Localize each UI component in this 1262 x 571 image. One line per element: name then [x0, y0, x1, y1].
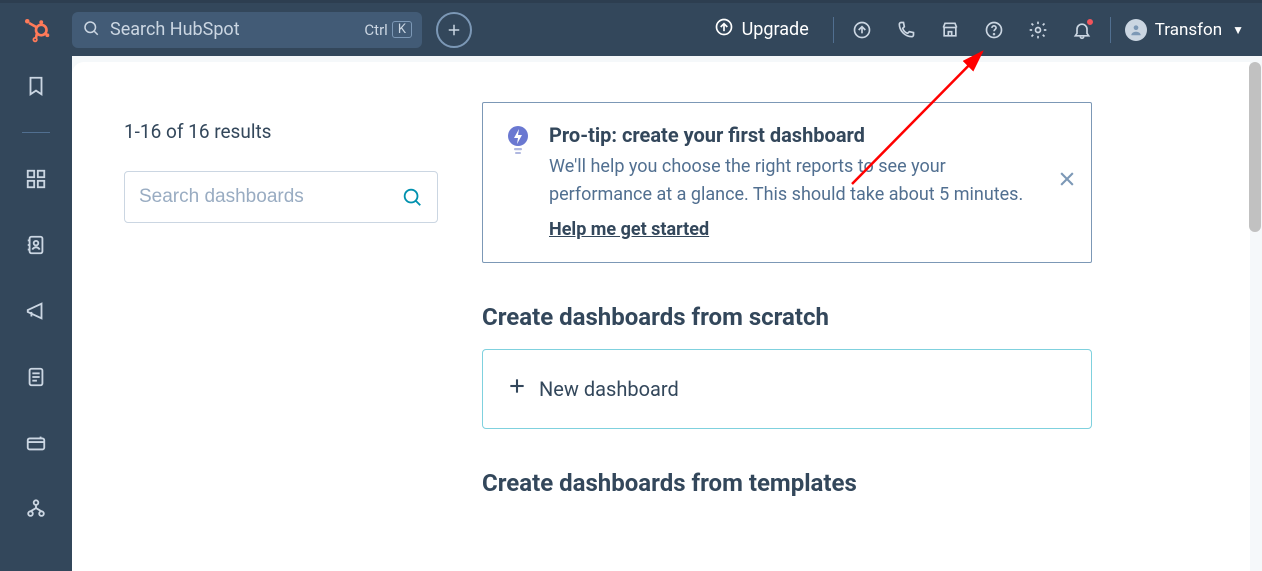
- notifications-icon[interactable]: [1060, 8, 1104, 52]
- left-rail: [0, 56, 72, 571]
- account-menu[interactable]: Transfon ▼: [1125, 19, 1244, 41]
- upgrade-icon: [714, 17, 734, 42]
- main-column: Pro-tip: create your first dashboard We'…: [482, 62, 1250, 571]
- lightning-bulb-icon: [505, 125, 531, 161]
- search-icon: [82, 19, 100, 41]
- phone-icon[interactable]: [884, 8, 928, 52]
- content-icon[interactable]: [16, 357, 56, 397]
- upgrade-button[interactable]: Upgrade: [696, 17, 827, 42]
- tip-title: Pro-tip: create your first dashboard: [549, 123, 1041, 147]
- global-search-placeholder: Search HubSpot: [110, 19, 364, 40]
- bookmarks-icon[interactable]: [16, 66, 56, 106]
- automation-icon[interactable]: [16, 489, 56, 529]
- upgrade-label: Upgrade: [742, 19, 809, 40]
- workspaces-icon[interactable]: [16, 159, 56, 199]
- progress-icon[interactable]: [840, 8, 884, 52]
- results-count: 1-16 of 16 results: [124, 120, 446, 143]
- help-icon[interactable]: [972, 8, 1016, 52]
- search-icon: [401, 186, 423, 208]
- marketing-icon[interactable]: [16, 291, 56, 331]
- contacts-icon[interactable]: [16, 225, 56, 265]
- close-icon[interactable]: [1057, 169, 1077, 195]
- global-search[interactable]: Search HubSpot Ctrl K: [72, 12, 422, 48]
- settings-icon[interactable]: [1016, 8, 1060, 52]
- tip-help-link[interactable]: Help me get started: [549, 219, 709, 240]
- tip-body: We'll help you choose the right reports …: [549, 153, 1041, 209]
- templates-heading: Create dashboards from templates: [482, 469, 1214, 497]
- pro-tip-card: Pro-tip: create your first dashboard We'…: [482, 102, 1092, 263]
- marketplace-icon[interactable]: [928, 8, 972, 52]
- avatar: [1125, 19, 1147, 41]
- create-button[interactable]: [436, 12, 472, 48]
- results-sidebar: 1-16 of 16 results: [72, 62, 482, 571]
- top-nav: Search HubSpot Ctrl K Upgrade Tra: [0, 0, 1262, 56]
- hubspot-logo[interactable]: [0, 16, 72, 44]
- new-dashboard-label: New dashboard: [539, 377, 679, 401]
- notification-badge: [1085, 17, 1095, 27]
- new-dashboard-card[interactable]: New dashboard: [482, 349, 1092, 429]
- dashboard-search-input[interactable]: [139, 186, 401, 208]
- commerce-icon[interactable]: [16, 423, 56, 463]
- account-name: Transfon: [1155, 20, 1222, 40]
- rail-divider: [22, 132, 50, 133]
- dashboard-search[interactable]: [124, 171, 438, 223]
- caret-down-icon: ▼: [1232, 23, 1244, 37]
- scratch-heading: Create dashboards from scratch: [482, 303, 1214, 331]
- content-area: 1-16 of 16 results: [72, 56, 1262, 571]
- plus-icon: [507, 376, 527, 402]
- nav-divider: [833, 17, 834, 43]
- search-shortcut: Ctrl K: [364, 21, 412, 39]
- nav-divider: [1110, 17, 1111, 43]
- scrollbar[interactable]: [1249, 62, 1261, 232]
